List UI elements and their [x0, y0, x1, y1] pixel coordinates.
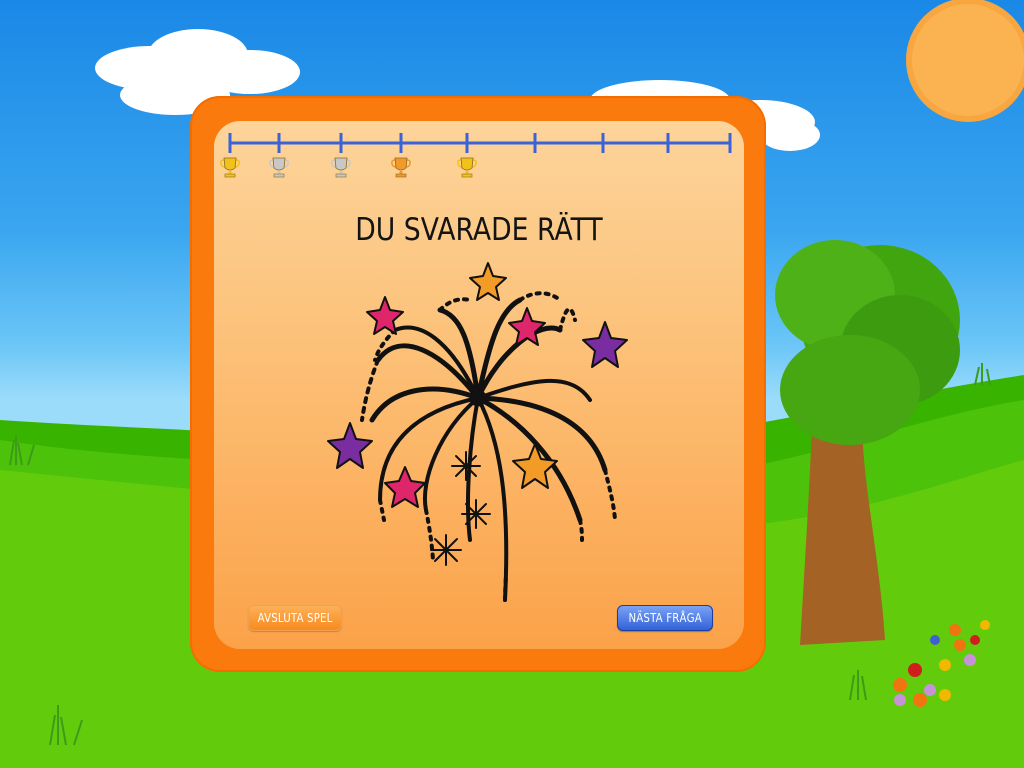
quit-game-label: AVSLUTA SPEL: [257, 611, 333, 625]
quit-game-button[interactable]: AVSLUTA SPEL: [248, 605, 342, 631]
question-panel: [214, 121, 744, 649]
next-question-label: NÄSTA FRÅGA: [628, 611, 702, 625]
next-question-button[interactable]: NÄSTA FRÅGA: [617, 605, 713, 631]
sun-icon: [906, 0, 1024, 122]
result-title: DU SVARADE RÄTT: [355, 212, 603, 248]
